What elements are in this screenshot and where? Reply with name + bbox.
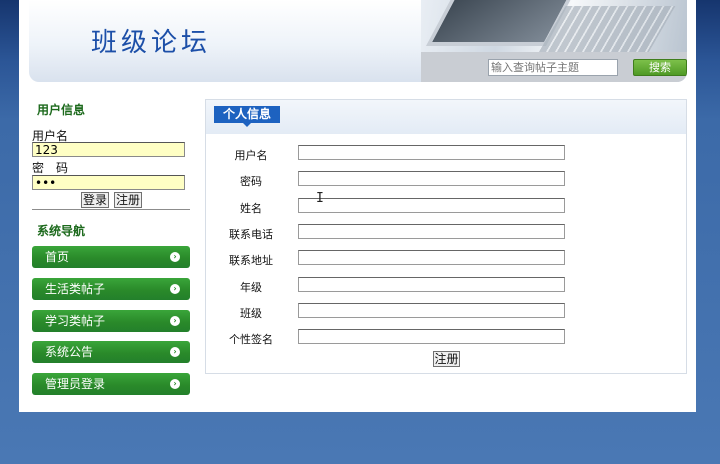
field-input-password[interactable] [298, 171, 565, 186]
nav-item-home[interactable]: 首页 › [32, 246, 190, 268]
field-input-phone[interactable] [298, 224, 565, 239]
site-title: 班级论坛 [91, 28, 212, 58]
field-label-username: 用户名 [234, 149, 268, 162]
header-banner: 班级论坛 搜索 [29, 0, 687, 82]
chevron-right-icon: › [170, 284, 180, 294]
nav-item-label: 学习类帖子 [45, 314, 106, 328]
field-label-password: 密码 [240, 175, 262, 188]
nav-item-label: 生活类帖子 [45, 282, 106, 296]
panel-header: 个人信息 [206, 100, 686, 134]
nav-item-label: 管理员登录 [45, 377, 106, 391]
field-label-phone: 联系电话 [229, 228, 273, 241]
nav-item-label: 首页 [45, 250, 70, 264]
login-button[interactable]: 登录 [81, 192, 109, 208]
field-label-grade: 年级 [240, 281, 262, 294]
sidebar-divider [32, 209, 190, 210]
field-input-name[interactable] [298, 198, 565, 213]
nav-item-admin-login[interactable]: 管理员登录 › [32, 373, 190, 395]
field-input-class[interactable] [298, 303, 565, 318]
text-cursor-icon: I [316, 191, 324, 206]
nav-item-announcements[interactable]: 系统公告 › [32, 341, 190, 363]
tab-personal-info: 个人信息 [214, 106, 280, 127]
password-input[interactable] [32, 175, 185, 190]
field-input-username[interactable] [298, 145, 565, 160]
register-button[interactable]: 注册 [114, 192, 142, 208]
user-info-heading: 用户信息 [37, 103, 86, 117]
field-label-class: 班级 [240, 307, 262, 320]
submit-register-button[interactable]: 注册 [433, 351, 460, 367]
chevron-right-icon: › [170, 252, 180, 262]
field-input-address[interactable] [298, 250, 565, 265]
chevron-right-icon: › [170, 316, 180, 326]
laptop-image [421, 0, 687, 58]
nav-item-life-posts[interactable]: 生活类帖子 › [32, 278, 190, 300]
username-input[interactable] [32, 142, 185, 157]
search-input[interactable] [488, 59, 618, 76]
nav-item-label: 系统公告 [45, 345, 94, 359]
chevron-right-icon: › [170, 347, 180, 357]
nav-heading: 系统导航 [37, 224, 86, 238]
chevron-right-icon: › [170, 379, 180, 389]
password-label: 密 码 [32, 161, 69, 175]
field-label-signature: 个性签名 [229, 333, 273, 346]
personal-info-panel: 个人信息 用户名 密码 姓名 联系电话 联系地址 年级 班级 个性签名 注册 I [205, 99, 687, 374]
nav-item-study-posts[interactable]: 学习类帖子 › [32, 310, 190, 332]
search-button[interactable]: 搜索 [633, 59, 687, 76]
field-label-address: 联系地址 [229, 254, 273, 267]
field-input-signature[interactable] [298, 329, 565, 344]
page-container: 班级论坛 搜索 用户信息 用户名 密 码 登录 注册 系统导航 首页 › 生活类… [19, 0, 696, 412]
field-label-name: 姓名 [240, 202, 262, 215]
field-input-grade[interactable] [298, 277, 565, 292]
